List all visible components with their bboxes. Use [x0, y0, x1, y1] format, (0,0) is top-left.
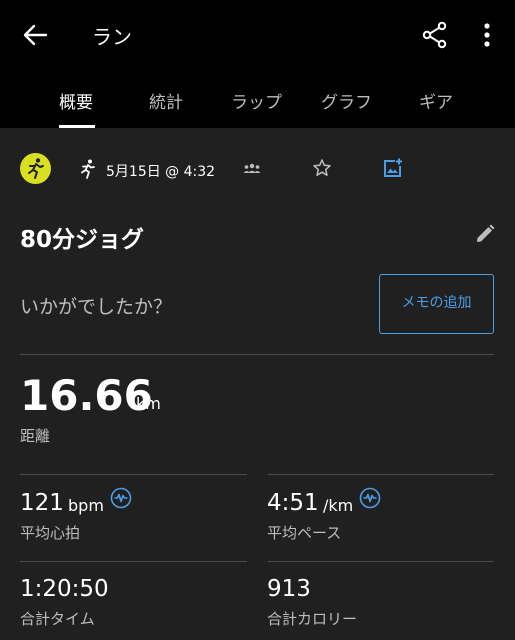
pace-chart-icon[interactable] — [359, 487, 381, 509]
tab-bar: 概要 統計 ラップ グラフ ギア — [0, 70, 515, 128]
add-memo-button[interactable]: メモの追加 — [379, 274, 494, 334]
activity-name: 80分ジョグ — [20, 227, 145, 253]
avg-pace-label: 平均ペース — [267, 524, 342, 542]
overview-content: 5月15日 @ 4:32 80分ジョグ いかがでしたか？ メモの追加 16.66… — [0, 128, 515, 640]
avg-heart-rate-label: 平均心拍 — [20, 524, 81, 542]
back-arrow-icon[interactable] — [20, 20, 50, 50]
divider — [20, 561, 247, 562]
run-activity-icon — [81, 159, 95, 179]
share-icon[interactable] — [420, 20, 450, 50]
divider — [20, 354, 494, 355]
tab-gear[interactable]: ギア — [419, 88, 453, 113]
more-vert-icon[interactable] — [474, 20, 500, 50]
edit-pencil-icon[interactable] — [474, 223, 496, 245]
total-time-value: 1:20:50 — [20, 576, 109, 602]
total-time-label: 合計タイム — [20, 610, 95, 628]
avg-heart-rate-value: 121 — [20, 490, 64, 516]
star-icon[interactable] — [312, 158, 332, 178]
heart-rate-icon[interactable] — [110, 487, 132, 509]
avg-pace-unit: /km — [323, 496, 354, 515]
distance-value: 16.66 — [20, 371, 153, 420]
app-bar: ラン — [0, 0, 515, 70]
running-person-icon — [28, 158, 44, 179]
avg-heart-rate-unit: bpm — [68, 496, 104, 515]
total-calories-label: 合計カロリー — [267, 610, 358, 628]
activity-type-badge — [20, 153, 51, 184]
page-title: ラン — [92, 25, 132, 49]
tab-stats[interactable]: 統計 — [149, 88, 183, 113]
divider — [20, 474, 247, 475]
divider — [268, 561, 494, 562]
feeling-prompt: いかがでしたか？ — [20, 296, 173, 318]
add-photo-icon[interactable] — [382, 157, 404, 179]
distance-unit: km — [136, 394, 161, 413]
tab-overview[interactable]: 概要 — [59, 88, 93, 113]
distance-label: 距離 — [20, 427, 51, 445]
tab-graphs[interactable]: グラフ — [321, 88, 372, 113]
total-calories-value: 913 — [267, 576, 311, 602]
avg-pace-value: 4:51 — [267, 490, 319, 516]
tab-laps[interactable]: ラップ — [231, 88, 282, 113]
activity-date: 5月15日 @ 4:32 — [106, 164, 216, 180]
group-icon[interactable] — [242, 161, 262, 177]
divider — [268, 474, 494, 475]
